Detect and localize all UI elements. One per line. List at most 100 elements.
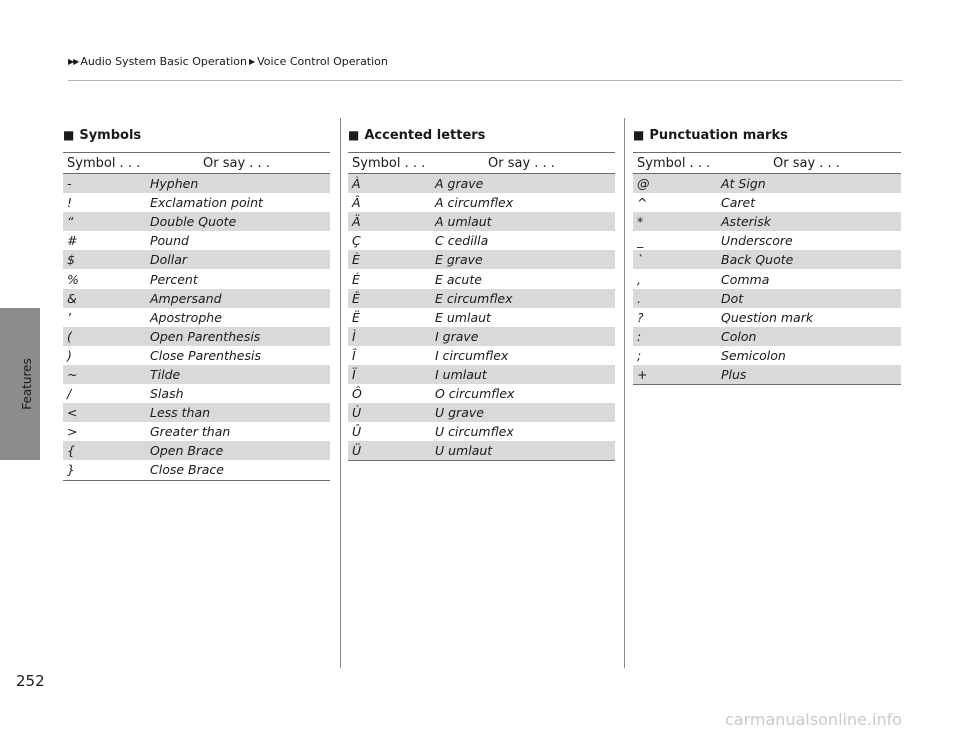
symbol-header: Symbol . . . [352, 155, 426, 171]
breadcrumb-item: Voice Control Operation [257, 55, 388, 68]
table-row: Ô O circumflex [348, 384, 615, 403]
symbol-cell: < [67, 405, 78, 421]
or-say-cell: Caret [721, 195, 756, 211]
accented-letters-section: ■ Accented letters Symbol . . . Or say .… [348, 128, 615, 462]
table-row: Â A circumflex [348, 193, 615, 212]
symbol-cell: $ [67, 252, 75, 268]
table-row: / Slash [63, 384, 330, 403]
or-say-cell: Pound [150, 233, 189, 249]
or-say-cell: Dollar [150, 252, 188, 268]
table-row: > Greater than [63, 422, 330, 441]
or-say-cell: Dot [721, 290, 744, 306]
symbol-header: Symbol . . . [637, 155, 711, 171]
table-row: } Close Brace [63, 460, 330, 479]
symbol-cell: % [67, 271, 79, 287]
or-say-cell: Back Quote [721, 252, 794, 268]
or-say-cell: Underscore [721, 233, 793, 249]
or-say-cell: Plus [721, 366, 747, 382]
symbol-cell: & [67, 290, 77, 306]
symbol-cell: ( [67, 328, 72, 344]
or-say-cell: Apostrophe [150, 309, 222, 325]
symbol-cell: Ì [352, 328, 356, 344]
symbol-cell: { [67, 443, 75, 459]
symbol-cell: Û [352, 424, 362, 440]
or-say-cell: U grave [435, 405, 484, 421]
or-say-cell: Close Brace [150, 462, 224, 478]
or-say-cell: Double Quote [150, 214, 237, 230]
or-say-cell: U circumflex [435, 424, 514, 440]
table-row: “ Double Quote [63, 212, 330, 232]
table-row: ! Exclamation point [63, 193, 330, 212]
square-bullet-icon: ■ [348, 128, 360, 142]
table-header: Symbol . . . Or say . . . [348, 153, 615, 174]
or-say-cell: Slash [150, 386, 184, 402]
symbol-cell: : [637, 328, 642, 344]
symbol-cell: ! [67, 195, 73, 211]
section-title-text: Symbols [79, 128, 142, 143]
symbol-cell: É [352, 271, 360, 287]
or-say-cell: Close Parenthesis [150, 347, 261, 363]
symbol-cell: ` [637, 252, 644, 268]
symbol-cell: _ [637, 233, 644, 249]
table-row: Ê E circumflex [348, 288, 615, 308]
table-row: _ Underscore [633, 231, 901, 250]
symbol-cell: ? [637, 309, 644, 325]
punctuation-marks-section: ■ Punctuation marks Symbol . . . Or say … [633, 128, 901, 386]
table-row: Ë E umlaut [348, 308, 615, 327]
page-number: 252 [16, 672, 45, 690]
symbol-cell: Ï [352, 366, 356, 382]
symbol-cell: Ü [352, 443, 362, 459]
table-row: È E grave [348, 250, 615, 270]
table-header: Symbol . . . Or say . . . [63, 153, 330, 174]
or-say-cell: I grave [435, 328, 479, 344]
table-row: % Percent [63, 269, 330, 288]
square-bullet-icon: ■ [633, 128, 645, 142]
column-divider [340, 118, 341, 668]
section-title: ■ Accented letters [348, 128, 615, 152]
table-row: {Open Brace [63, 441, 330, 461]
section-title: ■ Symbols [63, 128, 330, 152]
or-say-cell: Comma [721, 271, 770, 287]
or-say-cell: C cedilla [435, 233, 489, 249]
symbol-cell: , [637, 271, 641, 287]
table-body: - Hyphen! Exclamation point “ Double Quote # P… [63, 174, 330, 480]
symbol-cell: - [67, 176, 72, 192]
symbol-cell: Ë [352, 309, 360, 325]
table-row: ^ Caret [633, 193, 901, 212]
punctuation-marks-table: Symbol . . . Or say . . . @ At Sign ^ Caret… [633, 152, 901, 386]
symbol-cell: ; [637, 347, 642, 363]
or-say-cell: I umlaut [435, 366, 487, 382]
arrow-icon: ▶ [248, 57, 256, 66]
or-say-cell: Asterisk [721, 214, 772, 230]
double-arrow-icon: ▶▶ [68, 57, 79, 66]
section-title-text: Punctuation marks [649, 128, 788, 143]
table-row: ~ Tilde [63, 364, 330, 385]
table-row: ` Back Quote [633, 250, 901, 270]
or-say-cell: Exclamation point [150, 195, 263, 211]
table-row: & Ampersand [63, 288, 330, 308]
or-say-cell: Ampersand [150, 290, 222, 306]
breadcrumb: ▶▶ Audio System Basic Operation ▶ Voice … [68, 55, 388, 68]
symbol-cell: È [352, 252, 360, 268]
symbols-section: ■ Symbols Symbol . . . Or say . . . - Hyp… [63, 128, 330, 481]
symbol-cell: Ô [352, 386, 362, 402]
table-row: ’ Apostrophe [63, 308, 330, 327]
table-row: Ç C cedilla [348, 231, 615, 250]
table-row: Û U circumflex [348, 422, 615, 441]
or-say-cell: A umlaut [435, 214, 492, 230]
or-say-cell: At Sign [721, 176, 766, 192]
symbol-cell: } [67, 462, 75, 478]
or-say-cell: Greater than [150, 424, 231, 440]
table-row: < Less than [63, 403, 330, 423]
table-row: $ Dollar [63, 250, 330, 270]
table-row: * Asterisk [633, 212, 901, 232]
or-say-header: Or say . . . [773, 155, 840, 171]
section-title-text: Accented letters [364, 128, 486, 143]
or-say-cell: Percent [150, 271, 198, 287]
symbol-cell: À [352, 176, 361, 192]
symbol-cell: Ä [352, 214, 361, 230]
table-row: ; Semicolon [633, 346, 901, 365]
or-say-cell: Semicolon [721, 347, 786, 363]
or-say-cell: Colon [721, 328, 757, 344]
symbol-cell: ~ [67, 366, 78, 382]
